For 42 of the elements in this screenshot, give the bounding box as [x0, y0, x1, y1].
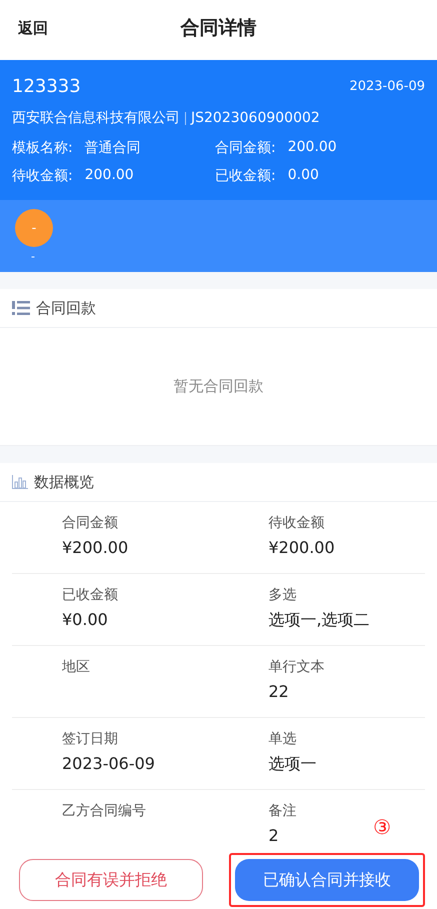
item-label: 单选 — [268, 730, 296, 748]
section-title: 数据概览 — [34, 472, 94, 492]
item-value: ¥200.00 — [268, 538, 335, 557]
item-label: 待收金额 — [268, 514, 324, 532]
field-value: 200.00 — [84, 167, 134, 185]
item-label: 合同金额 — [62, 514, 118, 532]
avatar-caption: - — [31, 250, 35, 263]
back-link[interactable]: 返回 — [18, 18, 48, 38]
item-label: 备注 — [268, 802, 296, 820]
item-label: 地区 — [62, 658, 90, 676]
item-label: 乙方合同编号 — [62, 802, 146, 820]
field-value: 普通合同 — [84, 139, 141, 157]
field-label: 合同金额: — [215, 139, 276, 157]
item-value: ¥0.00 — [62, 610, 108, 629]
step-number: ③ — [373, 817, 391, 837]
item-value: 选项一 — [268, 754, 316, 775]
page-title: 合同详情 — [180, 16, 256, 41]
contract-name: 123333 — [12, 76, 81, 97]
section-title: 合同回款 — [36, 298, 96, 318]
list-icon — [12, 301, 30, 315]
item-label: 单行文本 — [268, 658, 324, 676]
contract-number: JS2023060900002 — [191, 110, 320, 126]
bar-chart-icon — [12, 475, 28, 489]
item-value: 选项一,选项二 — [268, 610, 370, 631]
company-name: 西安联合信息科技有限公司 — [12, 109, 180, 127]
item-label: 已收金额 — [62, 586, 118, 604]
field-label: 待收金额: — [12, 167, 73, 185]
item-value: 2023-06-09 — [62, 754, 155, 773]
reject-button[interactable]: 合同有误并拒绝 — [19, 859, 203, 901]
item-value: ¥200.00 — [62, 538, 128, 557]
field-value: 200.00 — [288, 139, 337, 157]
item-label: 签订日期 — [62, 730, 118, 748]
item-value: 22 — [268, 682, 289, 701]
accept-button[interactable]: 已确认合同并接收 — [235, 859, 419, 901]
field-label: 模板名称: — [12, 139, 73, 157]
contract-date: 2023-06-09 — [349, 79, 425, 94]
item-value: 2 — [268, 826, 279, 845]
empty-message: 暂无合同回款 — [174, 377, 264, 396]
avatar: - — [15, 209, 53, 247]
field-value: 0.00 — [288, 167, 319, 185]
field-label: 已收金额: — [215, 167, 276, 185]
item-label: 多选 — [268, 586, 296, 604]
